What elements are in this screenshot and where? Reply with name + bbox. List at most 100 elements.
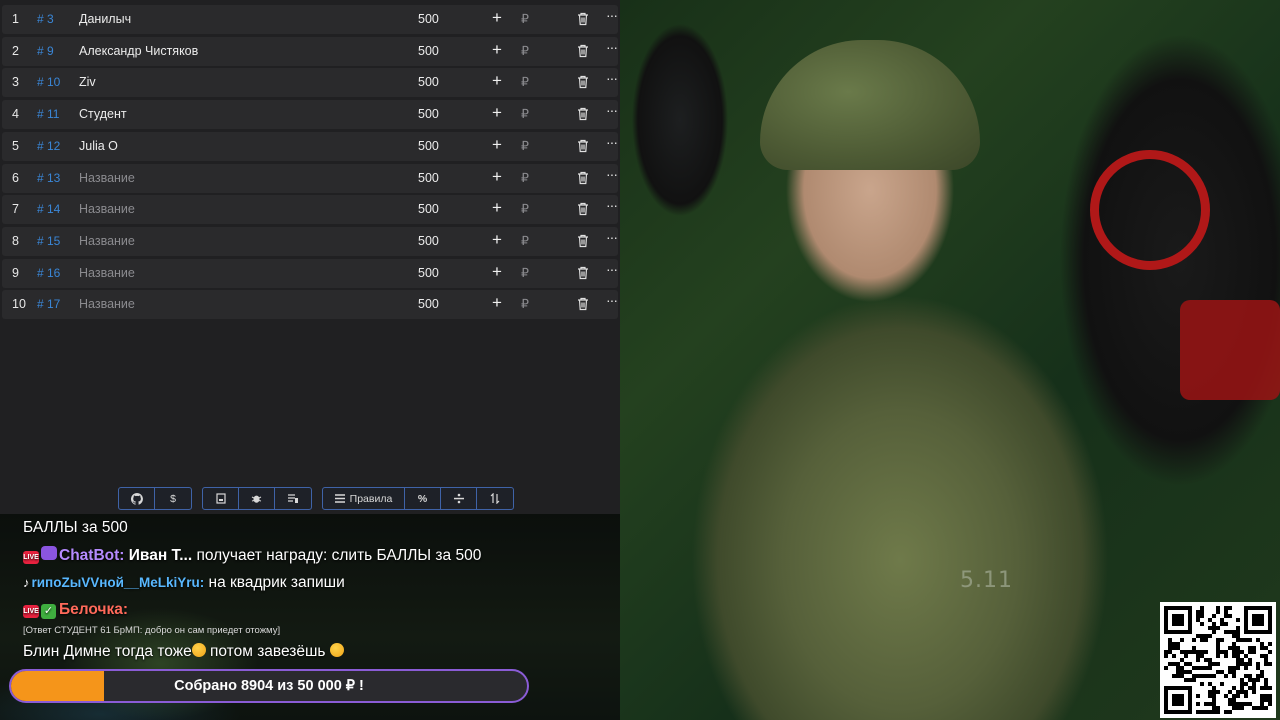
lot-name-field[interactable]: Julia O bbox=[79, 139, 118, 153]
add-amount-button[interactable]: + bbox=[492, 230, 502, 250]
row-number: 7 bbox=[12, 202, 19, 217]
trash-icon[interactable] bbox=[576, 139, 590, 153]
percent-button[interactable]: % bbox=[405, 488, 441, 509]
currency-icon[interactable]: ₽ bbox=[521, 296, 529, 311]
lot-id: # 17 bbox=[37, 297, 61, 312]
lot-row[interactable]: 3 # 10 Ziv 500 + ₽ ··· bbox=[2, 68, 618, 98]
trash-icon[interactable] bbox=[576, 171, 590, 185]
currency-icon[interactable]: ₽ bbox=[521, 201, 529, 216]
more-menu-button[interactable]: ··· bbox=[606, 197, 618, 213]
lot-row[interactable]: 8 # 15 Название 500 + ₽ ··· bbox=[2, 226, 618, 256]
chair-cushion bbox=[1180, 300, 1280, 400]
add-amount-button[interactable]: + bbox=[492, 135, 502, 155]
trash-icon[interactable] bbox=[576, 107, 590, 121]
add-amount-button[interactable]: + bbox=[492, 71, 502, 91]
currency-icon[interactable]: ₽ bbox=[521, 11, 529, 26]
lot-row[interactable]: 10 # 17 Название 500 + ₽ ··· bbox=[2, 290, 618, 320]
more-menu-button[interactable]: ··· bbox=[606, 70, 618, 86]
rules-button[interactable]: Правила bbox=[323, 488, 405, 509]
trash-icon[interactable] bbox=[576, 297, 590, 311]
trash-icon[interactable] bbox=[576, 75, 590, 89]
lot-row[interactable]: 9 # 16 Название 500 + ₽ ··· bbox=[2, 258, 618, 288]
lot-name-field[interactable]: Александр Чистяков bbox=[79, 44, 198, 58]
divide-button[interactable] bbox=[441, 488, 477, 509]
add-amount-button[interactable]: + bbox=[492, 293, 502, 313]
trash-icon[interactable] bbox=[576, 266, 590, 280]
lot-name-field[interactable]: Название bbox=[79, 202, 135, 216]
row-number: 2 bbox=[12, 43, 19, 58]
lot-name-field[interactable]: Название bbox=[79, 234, 135, 248]
smile-emoji-icon bbox=[329, 643, 344, 657]
add-amount-button[interactable]: + bbox=[492, 198, 502, 218]
add-amount-button[interactable]: + bbox=[492, 262, 502, 282]
chat-message: Блин Димне тогда тоже потом завезёшь bbox=[23, 643, 344, 661]
save-button[interactable] bbox=[203, 488, 239, 509]
github-icon bbox=[130, 492, 143, 505]
trash-icon[interactable] bbox=[576, 44, 590, 58]
currency-icon[interactable]: ₽ bbox=[521, 233, 529, 248]
toolbar-group-1: $ bbox=[118, 487, 192, 510]
lot-name-field[interactable]: Ziv bbox=[79, 75, 96, 89]
more-menu-button[interactable]: ··· bbox=[606, 261, 618, 277]
sort-button[interactable] bbox=[477, 488, 513, 509]
lot-row[interactable]: 7 # 14 Название 500 + ₽ ··· bbox=[2, 195, 618, 225]
sort-icon bbox=[490, 493, 500, 504]
more-menu-button[interactable]: ··· bbox=[606, 7, 618, 23]
lot-row[interactable]: 2 # 9 Александр Чистяков 500 + ₽ ··· bbox=[2, 36, 618, 66]
currency-icon[interactable]: ₽ bbox=[521, 265, 529, 280]
bot-badge-icon bbox=[41, 546, 57, 560]
list-icon bbox=[334, 494, 345, 503]
currency-icon[interactable]: ₽ bbox=[521, 43, 529, 58]
lot-id: # 9 bbox=[37, 43, 54, 58]
add-amount-button[interactable]: + bbox=[492, 167, 502, 187]
lot-name-field[interactable]: Студент bbox=[79, 107, 127, 121]
more-menu-button[interactable]: ··· bbox=[606, 166, 618, 182]
github-button[interactable] bbox=[119, 488, 155, 509]
more-menu-button[interactable]: ··· bbox=[606, 134, 618, 150]
lot-amount-field[interactable]: 500 bbox=[418, 266, 439, 280]
qr-code-icon bbox=[1160, 602, 1276, 718]
lot-row[interactable]: 1 # 3 Данилыч 500 + ₽ ··· bbox=[2, 5, 618, 34]
lot-row[interactable]: 5 # 12 Julia O 500 + ₽ ··· bbox=[2, 131, 618, 161]
add-amount-button[interactable]: + bbox=[492, 103, 502, 123]
lot-name-field[interactable]: Данилыч bbox=[79, 12, 131, 26]
donate-button[interactable]: $ bbox=[155, 488, 191, 509]
lot-amount-field[interactable]: 500 bbox=[418, 12, 439, 26]
more-menu-button[interactable]: ··· bbox=[606, 39, 618, 55]
divide-icon bbox=[453, 493, 464, 504]
lot-name-field[interactable]: Название bbox=[79, 297, 135, 311]
lot-row[interactable]: 4 # 11 Студент 500 + ₽ ··· bbox=[2, 100, 618, 130]
lot-row[interactable]: 6 # 13 Название 500 + ₽ ··· bbox=[2, 163, 618, 193]
bug-report-button[interactable] bbox=[239, 488, 275, 509]
lot-id: # 11 bbox=[37, 107, 60, 122]
lot-amount-field[interactable]: 500 bbox=[418, 297, 439, 311]
percent-label: % bbox=[417, 492, 428, 505]
lot-amount-field[interactable]: 500 bbox=[418, 107, 439, 121]
lot-amount-field[interactable]: 500 bbox=[418, 171, 439, 185]
trash-icon[interactable] bbox=[576, 234, 590, 248]
more-menu-button[interactable]: ··· bbox=[606, 102, 618, 118]
currency-icon[interactable]: ₽ bbox=[521, 170, 529, 185]
currency-icon[interactable]: ₽ bbox=[521, 138, 529, 153]
row-number: 6 bbox=[12, 170, 19, 185]
toolbar-group-3: Правила % bbox=[322, 487, 514, 510]
lot-amount-field[interactable]: 500 bbox=[418, 139, 439, 153]
more-menu-button[interactable]: ··· bbox=[606, 229, 618, 245]
currency-icon[interactable]: ₽ bbox=[521, 106, 529, 121]
clear-list-icon bbox=[288, 494, 298, 503]
lot-name-field[interactable]: Название bbox=[79, 266, 135, 280]
currency-icon[interactable]: ₽ bbox=[521, 74, 529, 89]
lot-amount-field[interactable]: 500 bbox=[418, 234, 439, 248]
more-menu-button[interactable]: ··· bbox=[606, 292, 618, 308]
add-amount-button[interactable]: + bbox=[492, 40, 502, 60]
reply-quote: [Ответ СТУДЕНТ 61 БрМП: добро он сам при… bbox=[23, 625, 281, 636]
trash-icon[interactable] bbox=[576, 202, 590, 216]
lot-amount-field[interactable]: 500 bbox=[418, 44, 439, 58]
message-text-2: потом завезёшь bbox=[205, 643, 326, 660]
trash-icon[interactable] bbox=[576, 12, 590, 26]
lot-amount-field[interactable]: 500 bbox=[418, 202, 439, 216]
lot-amount-field[interactable]: 500 bbox=[418, 75, 439, 89]
lot-name-field[interactable]: Название bbox=[79, 171, 135, 185]
clear-list-button[interactable] bbox=[275, 488, 311, 509]
add-amount-button[interactable]: + bbox=[492, 8, 502, 28]
